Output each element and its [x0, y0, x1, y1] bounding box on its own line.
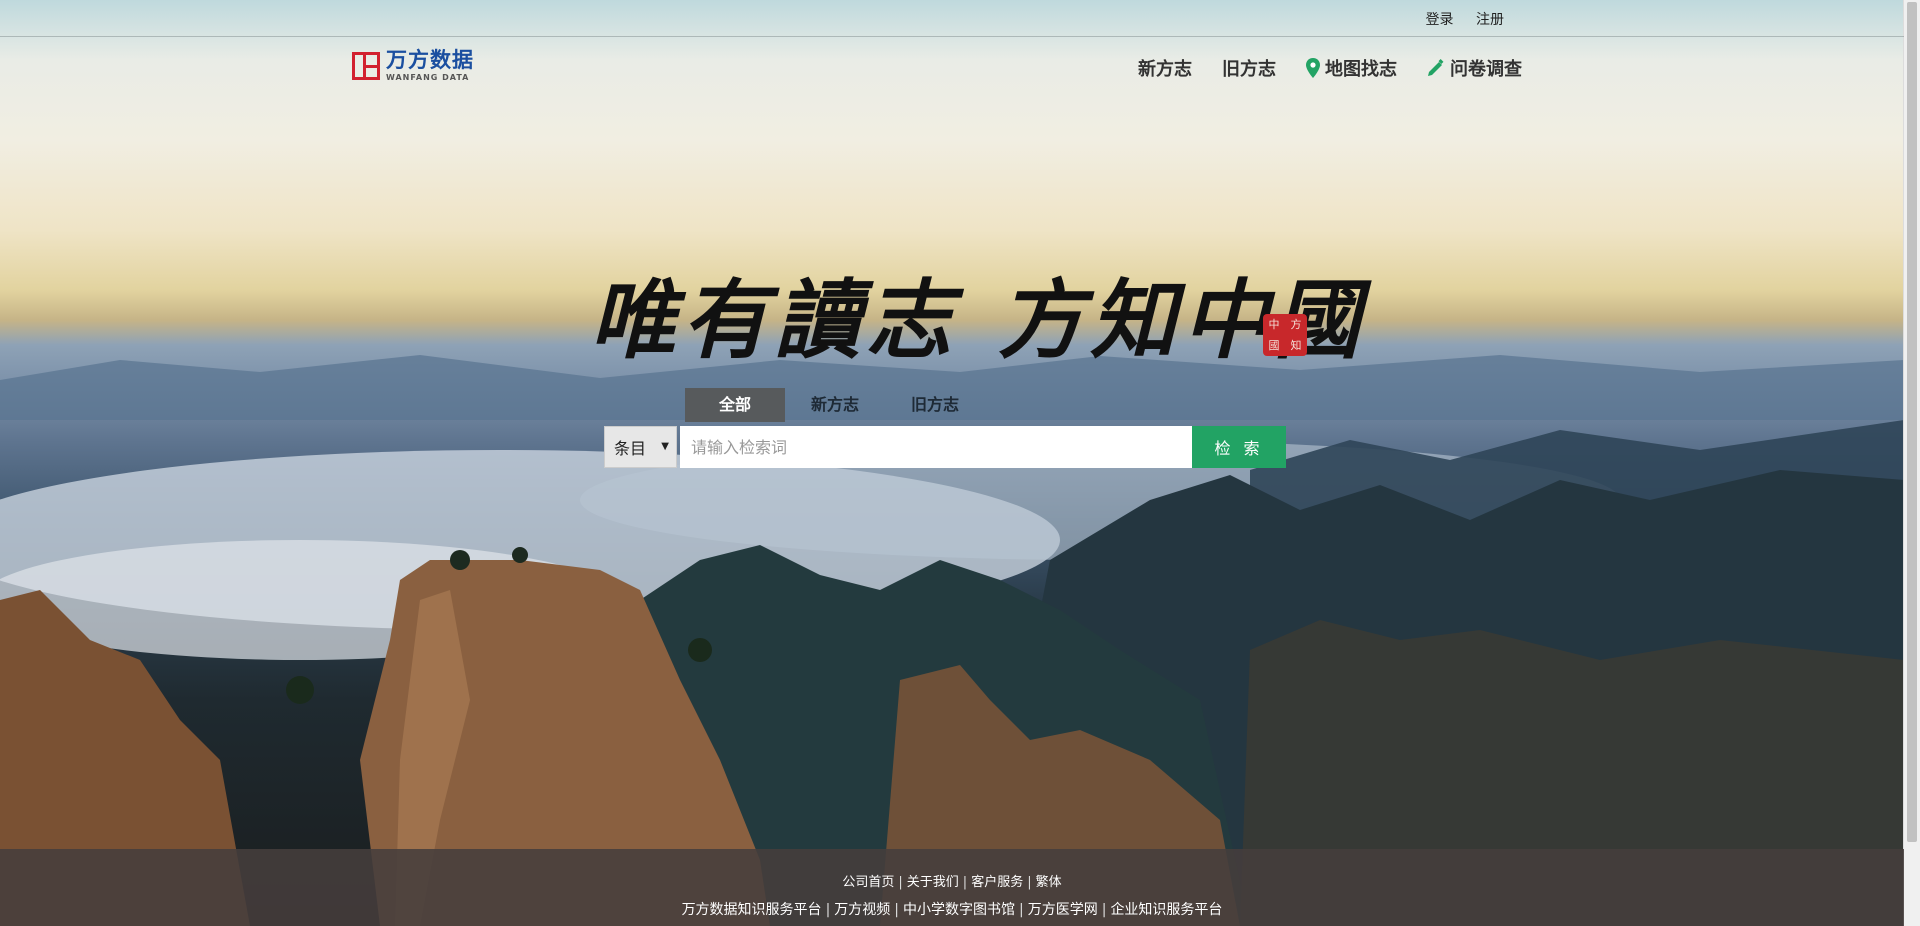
- footer-links-platforms: 万方数据知识服务平台 | 万方视频 | 中小学数字图书馆 | 万方医学网 | 企业知识服务平台: [681, 902, 1223, 918]
- nav-map-search[interactable]: 地图找志: [1306, 55, 1397, 81]
- footer-link-video[interactable]: 万方视频: [834, 902, 890, 918]
- search-bar: 条目 ▼ 检 索: [604, 426, 1286, 468]
- footer-links-primary: 公司首页 | 关于我们 | 客户服务 | 繁体: [842, 875, 1062, 890]
- slogan-part2: 方知中國: [998, 270, 1366, 371]
- search-tabs: 全部 新方志 旧方志: [685, 388, 985, 422]
- red-seal-stamp: 中 方 國 知: [1263, 314, 1307, 356]
- tab-all[interactable]: 全部: [685, 388, 785, 422]
- seal-char: 國: [1268, 339, 1280, 352]
- map-pin-icon: [1306, 58, 1320, 78]
- top-bar: 登录 注册: [0, 0, 1904, 37]
- login-link[interactable]: 登录: [1426, 12, 1454, 28]
- scrollbar-thumb[interactable]: [1907, 2, 1917, 842]
- auth-links: 登录 注册: [1408, 9, 1504, 29]
- nav-label: 新方志: [1138, 59, 1192, 80]
- nav-survey[interactable]: 问卷调查: [1427, 55, 1522, 81]
- select-value: 条目: [614, 439, 647, 458]
- seal-char: 中: [1268, 318, 1280, 331]
- search-input[interactable]: [680, 426, 1192, 468]
- wanfang-logo[interactable]: 万方数据 WANFANG DATA: [352, 50, 474, 82]
- footer-link-home[interactable]: 公司首页: [842, 875, 894, 890]
- logo-text: 万方数据 WANFANG DATA: [386, 50, 474, 82]
- register-link[interactable]: 注册: [1476, 12, 1504, 28]
- logo-mark-icon: [352, 52, 380, 80]
- footer-link-knowledge-platform[interactable]: 万方数据知识服务平台: [682, 902, 822, 918]
- search-button[interactable]: 检 索: [1192, 426, 1286, 468]
- footer-link-enterprise[interactable]: 企业知识服务平台: [1110, 902, 1222, 918]
- footer-link-school-library[interactable]: 中小学数字图书馆: [903, 902, 1015, 918]
- caret-down-icon: ▼: [661, 441, 669, 452]
- pencil-icon: [1428, 59, 1444, 76]
- tab-new-gazetteer[interactable]: 新方志: [785, 388, 885, 422]
- nav-label: 旧方志: [1222, 59, 1276, 80]
- logo-en: WANFANG DATA: [386, 73, 470, 82]
- footer: 公司首页 | 关于我们 | 客户服务 | 繁体 万方数据知识服务平台 | 万方视频 | 中小学数字图…: [0, 849, 1904, 926]
- slogan-part1: 唯有讀志: [590, 270, 958, 371]
- slogan: 唯有讀志 方知中國: [590, 250, 1366, 375]
- logo-cn: 万方数据: [386, 48, 474, 72]
- seal-char: 知: [1290, 339, 1302, 352]
- search-field-select[interactable]: 条目 ▼: [604, 426, 677, 468]
- footer-link-medical[interactable]: 万方医学网: [1028, 902, 1098, 918]
- footer-link-traditional[interactable]: 繁体: [1036, 875, 1062, 890]
- tab-old-gazetteer[interactable]: 旧方志: [885, 388, 985, 422]
- nav-old-gazetteer[interactable]: 旧方志: [1222, 55, 1276, 81]
- scrollbar[interactable]: [1903, 0, 1920, 926]
- nav-label: 地图找志: [1325, 59, 1397, 80]
- main-nav: 新方志 旧方志 地图找志 问卷调查: [1108, 55, 1522, 81]
- nav-new-gazetteer[interactable]: 新方志: [1138, 55, 1192, 81]
- nav-label: 问卷调查: [1450, 59, 1522, 80]
- seal-char: 方: [1290, 318, 1302, 331]
- footer-link-about[interactable]: 关于我们: [907, 875, 959, 890]
- footer-link-service[interactable]: 客户服务: [971, 875, 1023, 890]
